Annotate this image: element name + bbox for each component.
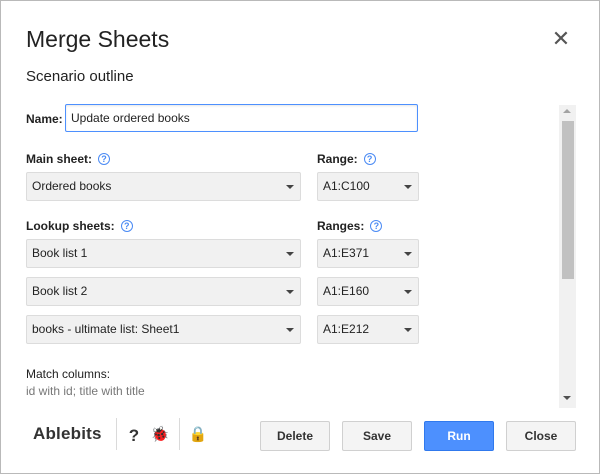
dropdown-arrow-icon: [286, 290, 294, 294]
help-icon[interactable]: ?: [370, 220, 383, 232]
main-range-select[interactable]: A1:C100: [317, 172, 419, 201]
match-columns-value: id with id; title with title: [26, 384, 145, 398]
run-button[interactable]: Run: [424, 421, 494, 451]
lookup-range-select[interactable]: A1:E212: [317, 315, 419, 344]
ranges-label-group: Ranges:?: [317, 217, 383, 235]
dialog-footer: Ablebits ? 🐞 🔒 Delete Save Run Close: [1, 411, 600, 475]
main-range-value: A1:C100: [323, 179, 370, 193]
dropdown-arrow-icon: [286, 185, 294, 189]
lookup-sheet-select[interactable]: Book list 1: [26, 239, 301, 268]
help-icon[interactable]: ?: [126, 426, 142, 446]
scenario-form: Name: Main sheet:? Range:? Ordered books…: [1, 99, 576, 409]
dialog-title: Merge Sheets: [26, 26, 170, 52]
save-button[interactable]: Save: [342, 421, 412, 451]
main-sheet-label: Main sheet:: [26, 152, 93, 166]
lookup-range-value: A1:E160: [323, 284, 370, 298]
lookup-sheet-value: Book list 2: [32, 284, 88, 298]
lookup-sheet-select[interactable]: books - ultimate list: Sheet1: [26, 315, 301, 344]
bug-icon[interactable]: 🐞: [150, 425, 170, 443]
help-icon[interactable]: ?: [98, 153, 111, 165]
lookup-range-value: A1:E212: [323, 322, 370, 336]
main-sheet-select[interactable]: Ordered books: [26, 172, 301, 201]
privacy-icon[interactable]: 🔒: [188, 425, 208, 443]
lookup-sheets-label: Lookup sheets:: [26, 219, 115, 233]
dropdown-arrow-icon: [286, 252, 294, 256]
lookup-range-select[interactable]: A1:E160: [317, 277, 419, 306]
lookup-label-group: Lookup sheets:?: [26, 217, 133, 235]
dropdown-arrow-icon: [286, 328, 294, 332]
lookup-range-select[interactable]: A1:E371: [317, 239, 419, 268]
lookup-sheet-value: books - ultimate list: Sheet1: [32, 322, 180, 336]
lookup-sheet-select[interactable]: Book list 2: [26, 277, 301, 306]
scroll-up-icon[interactable]: [563, 109, 571, 113]
dropdown-arrow-icon: [404, 328, 412, 332]
lookup-range-value: A1:E371: [323, 246, 370, 260]
name-input[interactable]: [65, 104, 418, 132]
dropdown-arrow-icon: [404, 185, 412, 189]
divider: [179, 418, 180, 450]
merge-sheets-dialog: Merge Sheets ✕ Scenario outline Name: Ma…: [0, 0, 600, 474]
scrollbar-thumb[interactable]: [562, 121, 574, 279]
divider: [116, 418, 117, 450]
help-icon[interactable]: ?: [363, 153, 376, 165]
scroll-down-icon[interactable]: [563, 396, 571, 400]
close-button[interactable]: Close: [506, 421, 576, 451]
help-icon[interactable]: ?: [120, 220, 133, 232]
main-sheet-value: Ordered books: [32, 179, 112, 193]
section-subtitle: Scenario outline: [26, 68, 134, 85]
range-label: Range:: [317, 152, 358, 166]
range-label-group: Range:?: [317, 150, 376, 168]
ranges-label: Ranges:: [317, 219, 365, 233]
dropdown-arrow-icon: [404, 252, 412, 256]
dropdown-arrow-icon: [404, 290, 412, 294]
main-sheet-label-group: Main sheet:?: [26, 150, 111, 168]
lookup-sheet-value: Book list 1: [32, 246, 88, 260]
ablebits-logo[interactable]: Ablebits: [33, 424, 102, 444]
close-icon[interactable]: ✕: [549, 27, 573, 51]
name-label: Name:: [26, 112, 63, 126]
delete-button[interactable]: Delete: [260, 421, 330, 451]
match-columns-label: Match columns:: [26, 367, 111, 381]
